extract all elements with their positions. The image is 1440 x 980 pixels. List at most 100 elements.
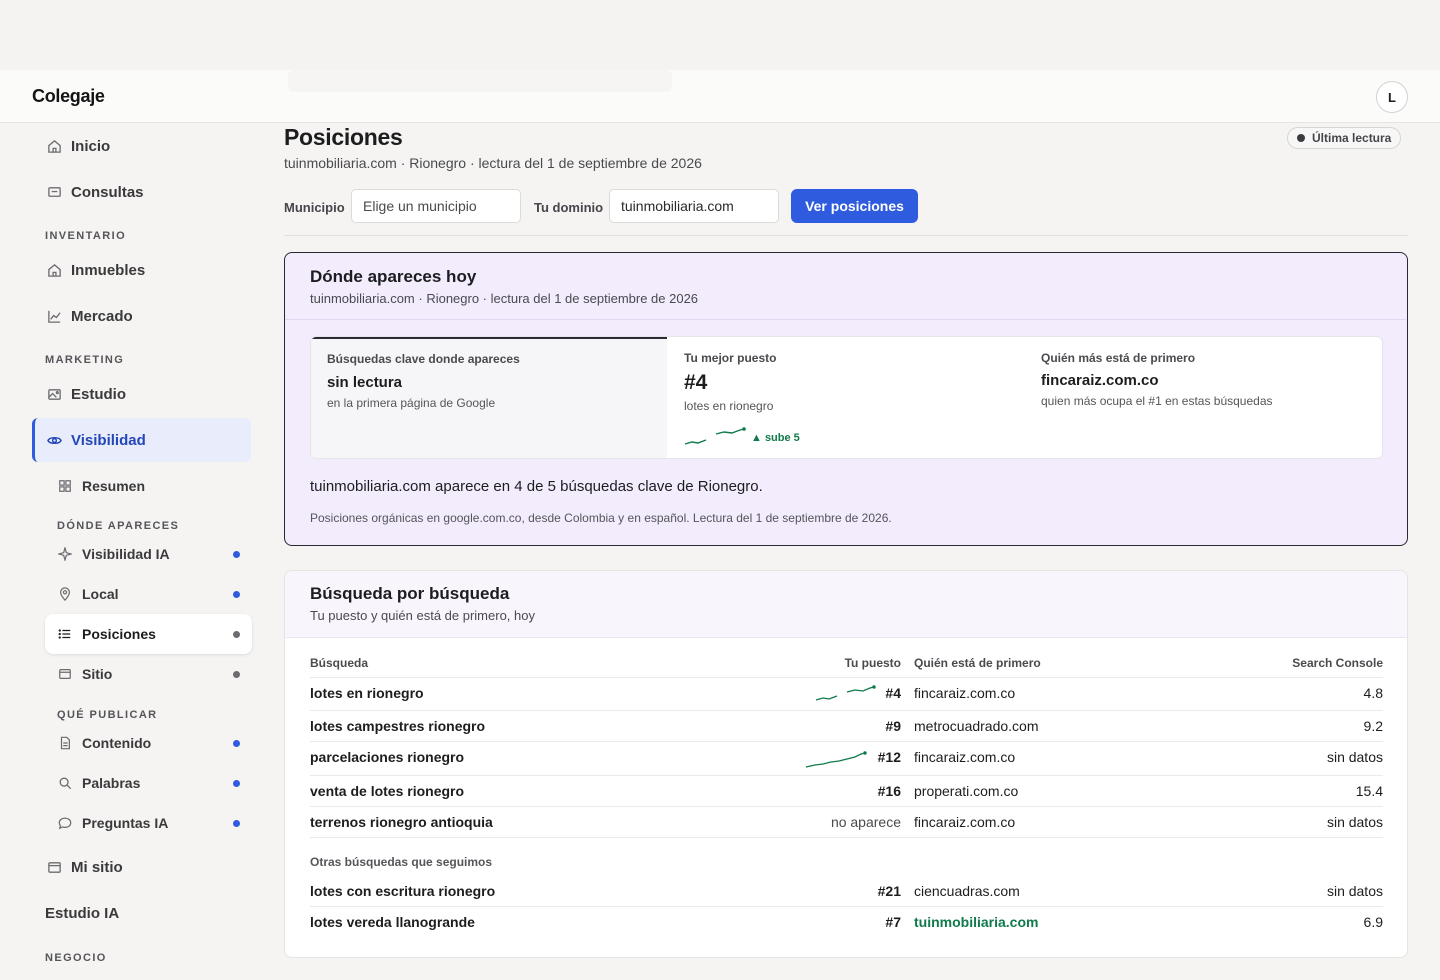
sidebar-item-label: Visibilidad: [71, 431, 146, 449]
divider: [310, 710, 1383, 711]
sidebar-item-label: Sitio: [82, 666, 113, 682]
dominio-label: Tu dominio: [534, 200, 604, 215]
ghost-bar: [288, 70, 672, 92]
badge-label: Última lectura: [1312, 131, 1392, 145]
sidebar-item-mercado[interactable]: Mercado: [45, 294, 133, 338]
column-header-console[interactable]: Search Console: [1235, 656, 1383, 670]
chat-icon: [57, 815, 73, 831]
card-subtitle: Tu puesto y quién está de primero, hoy: [310, 608, 535, 623]
section-label-que: QUÉ PUBLICAR: [57, 709, 158, 721]
column-header-primero[interactable]: Quién está de primero: [914, 656, 1041, 670]
brand-logo[interactable]: Colegaje: [32, 86, 105, 107]
console-cell: 9.2: [1363, 718, 1383, 734]
leader-cell: fincaraiz.com.co: [914, 685, 1016, 701]
console-cell: sin datos: [1326, 749, 1383, 765]
chart-icon: [45, 307, 63, 325]
home-icon: [45, 261, 63, 279]
rank-cell: #9: [885, 718, 901, 734]
sidebar-item-label: Consultas: [71, 183, 144, 201]
rank-cell: #7: [885, 914, 901, 930]
stat-label: Tu mejor puesto: [684, 351, 777, 365]
rank-cell: #21: [877, 883, 901, 899]
status-dot: [233, 631, 240, 638]
query-cell: terrenos rionegro antioquia: [310, 814, 493, 830]
sidebar-item-contenido[interactable]: Contenido: [57, 723, 151, 763]
sidebar-item-sitio[interactable]: Sitio: [57, 654, 112, 694]
home-icon: [45, 137, 63, 155]
console-cell: sin datos: [1326, 814, 1383, 830]
sidebar-item-inicio[interactable]: Inicio: [45, 124, 110, 168]
divider: [310, 837, 1383, 838]
ver-posiciones-button[interactable]: Ver posiciones: [791, 189, 918, 223]
sidebar-item-inmuebles[interactable]: Inmuebles: [45, 248, 145, 292]
stats-panel: Búsquedas clave donde apareces sin lectu…: [310, 336, 1383, 459]
leader-cell-own: tuinmobiliaria.com: [914, 914, 1039, 930]
card-subtitle: tuinmobiliaria.com · Rionegro · lectura …: [310, 291, 699, 306]
other-searches-label: Otras búsquedas que seguimos: [310, 855, 493, 869]
console-cell: 4.8: [1363, 685, 1383, 701]
stat-value: sin lectura: [327, 374, 403, 391]
stat-label: Quién más está de primero: [1041, 351, 1196, 365]
rank-cell: #16: [877, 783, 901, 799]
sidebar-item-local[interactable]: Local: [57, 574, 119, 614]
list-icon: [57, 626, 73, 642]
sidebar-item-mi-sitio[interactable]: Mi sitio: [45, 845, 123, 889]
grid-icon: [57, 478, 73, 494]
status-dot: [233, 780, 240, 787]
sidebar-item-label: Estudio IA: [45, 904, 120, 922]
sidebar-item-visibilidad-ia[interactable]: Visibilidad IA: [57, 534, 170, 574]
divider: [310, 741, 1383, 742]
sidebar-item-label: Local: [82, 586, 119, 602]
console-cell: 6.9: [1363, 914, 1383, 930]
rank-cell: #4: [885, 685, 901, 701]
avatar[interactable]: L: [1376, 81, 1408, 113]
card-title: Dónde apareces hoy: [310, 267, 477, 286]
stat-label: Búsquedas clave donde apareces: [327, 352, 520, 366]
stat-note: en la primera página de Google: [327, 396, 496, 410]
status-dot: [233, 591, 240, 598]
sidebar-item-consultas[interactable]: Consultas: [45, 170, 144, 214]
pin-icon: [57, 586, 73, 602]
sidebar-item-label: Preguntas IA: [82, 815, 169, 831]
console-cell: 15.4: [1355, 783, 1383, 799]
sidebar-item-palabras[interactable]: Palabras: [57, 763, 140, 803]
divider: [310, 806, 1383, 807]
status-dot: [1297, 134, 1305, 142]
sidebar-item-preguntas-ia[interactable]: Preguntas IA: [57, 803, 168, 843]
today-card: Dónde apareces hoy tuinmobiliaria.com · …: [284, 252, 1408, 546]
sidebar-item-estudio[interactable]: Estudio: [45, 372, 126, 416]
leader-cell: fincaraiz.com.co: [914, 749, 1016, 765]
eye-icon: [45, 431, 63, 449]
top-strip: [0, 0, 1440, 70]
query-cell: venta de lotes rionegro: [310, 783, 465, 799]
card-title: Búsqueda por búsqueda: [310, 584, 510, 603]
divider: [284, 235, 1408, 236]
leader-cell: properati.com.co: [914, 783, 1019, 799]
stat-apareces: Búsquedas clave donde apareces sin lectu…: [311, 337, 667, 458]
trend-up-label: ▲ sube 5: [751, 432, 800, 444]
divider: [310, 906, 1383, 907]
stat-note: quien más ocupa el #1 en estas búsquedas: [1041, 394, 1273, 408]
sidebar-item-label: Contenido: [82, 735, 152, 751]
column-header-busqueda[interactable]: Búsqueda: [310, 656, 368, 670]
municipio-input[interactable]: [351, 189, 521, 223]
divider: [310, 677, 1383, 678]
query-cell: lotes campestres rionegro: [310, 718, 486, 734]
status-dot: [233, 671, 240, 678]
sidebar-item-label: Palabras: [82, 775, 141, 791]
sidebar-item-visibilidad[interactable]: Visibilidad: [45, 418, 146, 462]
sidebar-item-label: Inicio: [71, 137, 111, 155]
page-subtitle: tuinmobiliaria.com · Rionegro · lectura …: [284, 155, 702, 171]
sidebar-item-resumen[interactable]: Resumen: [57, 466, 145, 506]
table-card: Búsqueda por búsqueda Tu puesto y quién …: [284, 570, 1408, 958]
sidebar: Inicio Consultas INVENTARIO Inmuebles Me…: [0, 124, 270, 980]
sidebar-item-estudio-ia[interactable]: Estudio IA: [45, 891, 119, 935]
column-header-puesto[interactable]: Tu puesto: [785, 656, 901, 670]
sidebar-item-posiciones[interactable]: Posiciones: [57, 614, 156, 654]
sparkle-icon: [57, 546, 73, 562]
leader-cell: metrocuadrado.com: [914, 718, 1039, 734]
dominio-input[interactable]: [609, 189, 779, 223]
stat-value: fincaraiz.com.co: [1041, 372, 1159, 389]
card-header: Búsqueda por búsqueda Tu puesto y quién …: [285, 571, 1407, 638]
message-icon: [45, 183, 63, 201]
